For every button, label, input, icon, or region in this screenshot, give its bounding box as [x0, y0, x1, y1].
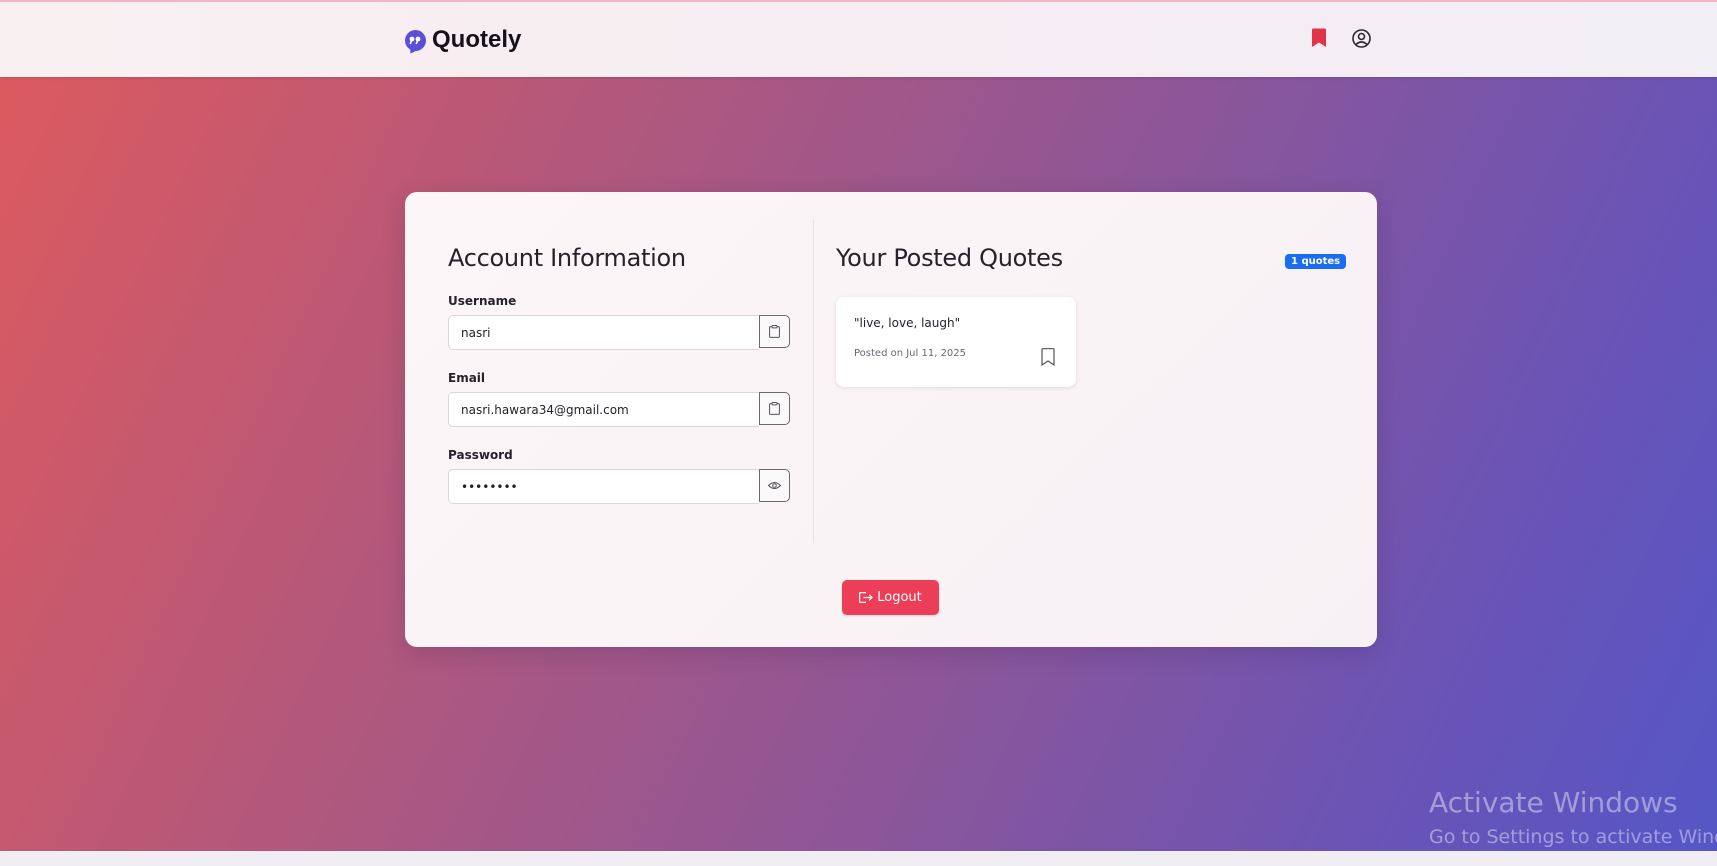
quote-text: "live, love, laugh"	[854, 316, 961, 330]
brand[interactable]: Quotely	[405, 26, 521, 54]
copy-email-button[interactable]	[759, 392, 790, 425]
bottom-bar	[0, 851, 1717, 866]
user-circle-icon	[1352, 29, 1371, 48]
profile-card: Account Information Username Email Passw…	[405, 192, 1377, 647]
bookmark-quote-button[interactable]	[1041, 348, 1055, 371]
page-background: Account Information Username Email Passw…	[0, 77, 1717, 851]
username-label: Username	[448, 294, 517, 308]
bookmark-outline-icon	[1041, 348, 1055, 367]
bookmark-filled-icon	[1312, 28, 1326, 47]
saved-quotes-button[interactable]	[1311, 28, 1327, 53]
column-divider	[813, 220, 814, 543]
password-label: Password	[448, 448, 513, 462]
logout-icon	[859, 592, 874, 603]
quote-date: Posted on Jul 11, 2025	[854, 348, 967, 359]
quotes-count-badge: 1 quotes	[1285, 254, 1347, 269]
quote-bubble-icon	[405, 29, 426, 51]
email-label: Email	[448, 371, 486, 385]
username-group	[448, 315, 790, 350]
username-field[interactable]	[448, 315, 759, 350]
password-field[interactable]	[448, 469, 759, 504]
email-group	[448, 392, 790, 427]
profile-button[interactable]	[1352, 29, 1371, 53]
navbar: Quotely	[0, 2, 1717, 77]
email-field[interactable]	[448, 392, 759, 427]
logout-label: Logout	[877, 590, 922, 605]
copy-username-button[interactable]	[759, 315, 790, 348]
quotes-title: Your Posted Quotes	[836, 244, 1063, 272]
eye-icon	[768, 482, 781, 489]
password-group	[448, 469, 790, 504]
show-password-button[interactable]	[759, 469, 790, 502]
quote-card: "live, love, laugh" Posted on Jul 11, 20…	[836, 297, 1076, 387]
clipboard-icon	[769, 402, 780, 415]
clipboard-icon	[769, 325, 780, 338]
logout-button[interactable]: Logout	[842, 580, 939, 615]
account-title: Account Information	[448, 244, 686, 272]
brand-name: Quotely	[432, 26, 522, 53]
